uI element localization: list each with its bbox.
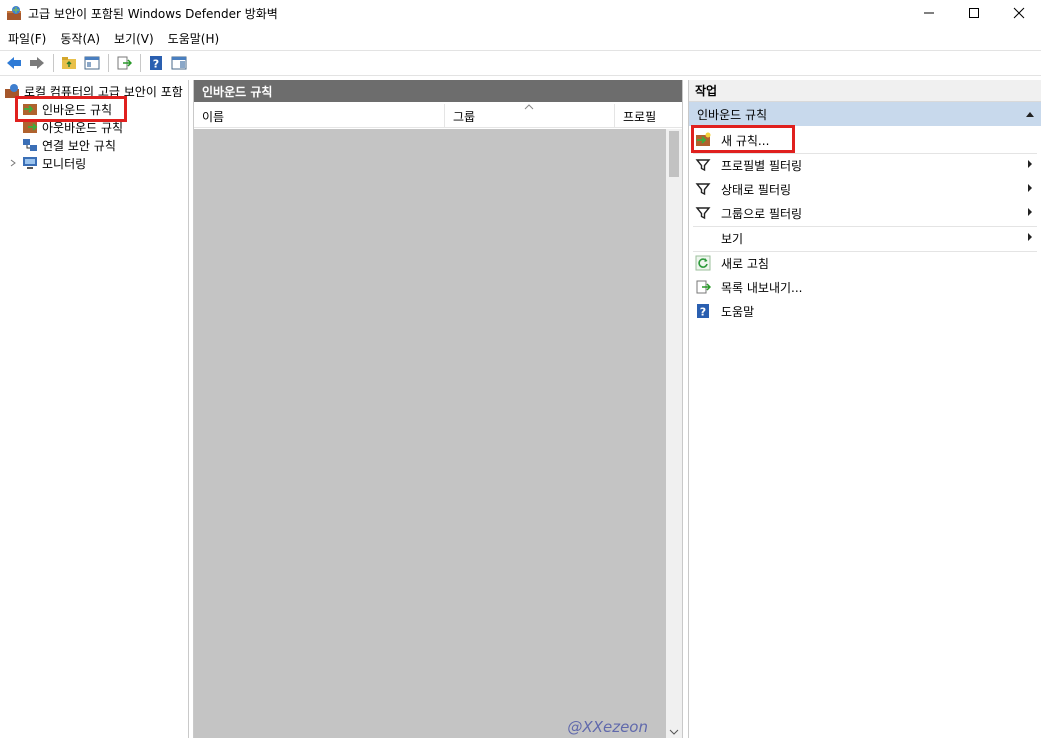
forward-arrow-icon xyxy=(30,57,44,69)
filter-icon xyxy=(695,159,711,172)
action-view[interactable]: 보기 xyxy=(689,226,1039,250)
action-help[interactable]: ? 도움말 xyxy=(689,299,1039,323)
filter-icon xyxy=(695,207,711,220)
action-refresh[interactable]: 새로 고침 xyxy=(689,251,1039,275)
show-hide-tree-button[interactable] xyxy=(81,52,103,74)
toolbar-separator xyxy=(108,54,109,72)
firewall-app-icon xyxy=(7,6,21,20)
actions-section-inbound[interactable]: 인바운드 규칙 xyxy=(689,102,1041,126)
sort-ascending-icon xyxy=(524,104,534,110)
tree-item-label: 모니터링 xyxy=(42,156,87,171)
action-label: 도움말 xyxy=(721,304,755,319)
actions-header: 작업 xyxy=(689,80,1041,102)
scrollbar-thumb[interactable] xyxy=(669,131,679,177)
minimize-button[interactable] xyxy=(906,0,952,26)
maximize-icon xyxy=(969,8,979,18)
folder-up-icon xyxy=(62,57,76,69)
menu-file[interactable]: 파일(F) xyxy=(2,30,54,47)
column-header-row: 이름 그룹 프로필 xyxy=(194,104,682,128)
menu-action[interactable]: 동작(A) xyxy=(54,30,108,47)
svg-text:?: ? xyxy=(700,306,706,319)
menu-view[interactable]: 보기(V) xyxy=(108,30,162,47)
back-arrow-icon xyxy=(7,57,21,69)
title-bar: 고급 보안이 포함된 Windows Defender 방화벽 xyxy=(0,0,1041,26)
action-label: 프로필별 필터링 xyxy=(721,158,803,173)
help-button[interactable]: ? xyxy=(145,52,167,74)
up-folder-button[interactable] xyxy=(58,52,80,74)
column-header-profile[interactable]: 프로필 xyxy=(615,104,682,128)
submenu-arrow-icon xyxy=(1028,233,1032,241)
annotation-highlight-box xyxy=(691,125,795,153)
action-label: 목록 내보내기... xyxy=(721,280,803,295)
actions-section-label: 인바운드 규칙 xyxy=(697,107,768,122)
console-tree-icon xyxy=(84,56,100,70)
help-icon: ? xyxy=(150,56,162,71)
help-icon: ? xyxy=(697,304,709,319)
show-action-pane-button[interactable] xyxy=(168,52,190,74)
export-icon xyxy=(696,280,711,294)
column-header-name[interactable]: 이름 xyxy=(194,104,445,128)
action-pane-icon xyxy=(171,56,187,70)
submenu-arrow-icon xyxy=(1028,160,1032,168)
window-title: 고급 보안이 포함된 Windows Defender 방화벽 xyxy=(28,7,278,21)
refresh-icon xyxy=(695,255,711,271)
minimize-icon xyxy=(924,12,934,14)
action-label: 상태로 필터링 xyxy=(721,182,792,197)
submenu-arrow-icon xyxy=(1028,184,1032,192)
tree-item-connection-security-rules[interactable]: 연결 보안 규칙 xyxy=(22,136,116,154)
menu-bar: 파일(F) 동작(A) 보기(V) 도움말(H) xyxy=(0,27,1041,49)
console-tree: 로컬 컴퓨터의 고급 보안이 포함 인바운드 규칙 아웃바운드 규칙 연결 보안… xyxy=(0,80,189,738)
pane-title: 인바운드 규칙 xyxy=(194,80,682,102)
action-export-list[interactable]: 목록 내보내기... xyxy=(689,275,1039,299)
action-filter-by-profile[interactable]: 프로필별 필터링 xyxy=(689,153,1039,177)
back-button[interactable] xyxy=(3,52,25,74)
chevron-right-icon[interactable] xyxy=(8,155,18,171)
watermark-text: @XXezeon xyxy=(567,718,648,736)
tree-item-monitoring[interactable]: 모니터링 xyxy=(8,154,86,172)
monitoring-icon xyxy=(23,157,37,169)
rules-list-pane: 인바운드 규칙 이름 그룹 프로필 @XXezeon xyxy=(193,80,683,738)
toolbar-separator xyxy=(140,54,141,72)
illustration-placeholder: @XXezeon xyxy=(194,129,666,738)
close-button[interactable] xyxy=(996,0,1041,26)
action-filter-by-state[interactable]: 상태로 필터링 xyxy=(689,177,1039,201)
scroll-down-icon[interactable] xyxy=(669,728,679,736)
action-label: 그룹으로 필터링 xyxy=(721,206,803,221)
submenu-arrow-icon xyxy=(1028,208,1032,216)
action-filter-by-group[interactable]: 그룹으로 필터링 xyxy=(689,201,1039,225)
export-list-button[interactable] xyxy=(113,52,135,74)
tree-item-label: 연결 보안 규칙 xyxy=(42,138,116,153)
forward-button[interactable] xyxy=(26,52,48,74)
collapse-up-icon[interactable] xyxy=(1025,110,1035,118)
vertical-scrollbar[interactable] xyxy=(666,129,682,738)
close-icon xyxy=(1013,7,1025,19)
menu-help[interactable]: 도움말(H) xyxy=(162,30,228,47)
action-label: 보기 xyxy=(721,231,744,246)
connection-security-icon xyxy=(23,139,37,151)
toolbar-separator xyxy=(53,54,54,72)
export-icon xyxy=(117,56,132,70)
filter-icon xyxy=(695,183,711,196)
action-label: 새로 고침 xyxy=(721,256,769,271)
toolbar: ? xyxy=(0,50,1041,76)
overlay-illustration: @XXezeon xyxy=(194,129,666,738)
annotation-highlight-box xyxy=(15,96,127,122)
actions-pane: 작업 인바운드 규칙 새 규칙... 프로필별 필터링 상태로 필터링 그룹으로… xyxy=(688,80,1041,738)
svg-text:?: ? xyxy=(153,58,159,71)
maximize-button[interactable] xyxy=(951,0,997,26)
